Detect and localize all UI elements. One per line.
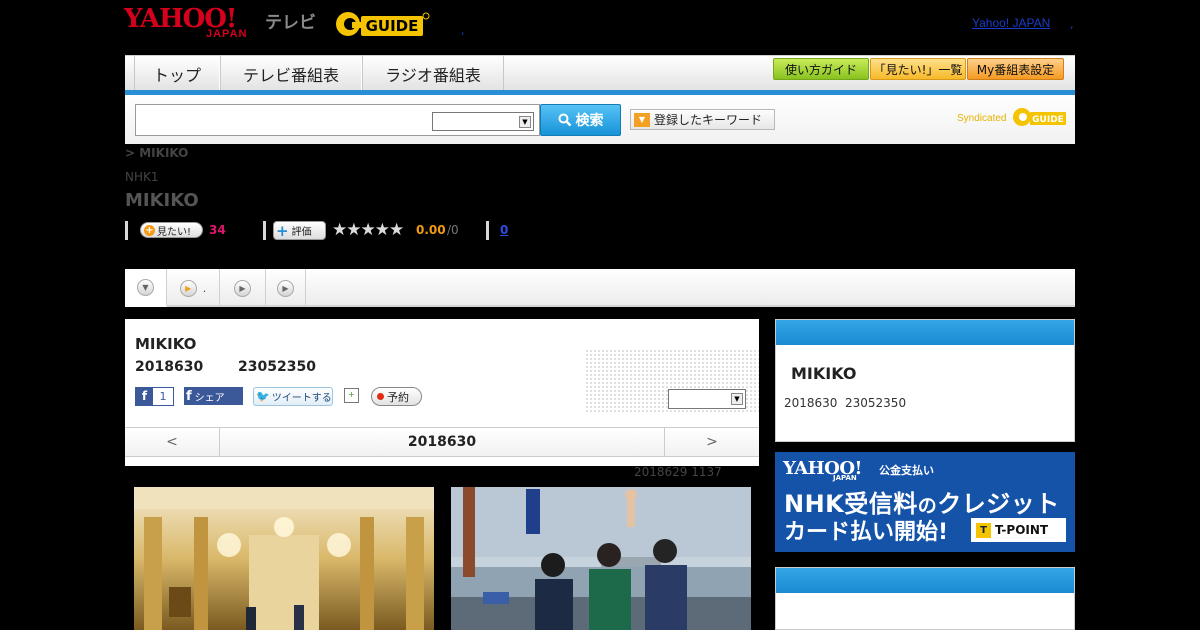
chevron-down-icon: ▼	[519, 116, 531, 128]
want-count: 34	[209, 223, 226, 237]
search-category-select[interactable]: ▼	[432, 112, 534, 131]
rate-button[interactable]: + 評価	[273, 221, 326, 240]
banner-japan-sublogo: JAPAN	[833, 474, 857, 482]
facebook-like-button[interactable]: f 1	[135, 387, 174, 406]
saved-keywords-button[interactable]: ▼ 登録したキーワード	[630, 109, 775, 130]
program-title: MIKIKO	[125, 190, 199, 211]
program-detail-panel: MIKIKO 2018630 23052350 f 1 f シェア 🐦 ツイート…	[125, 319, 759, 466]
search-button-label: 検索	[575, 113, 604, 129]
search-icon	[558, 113, 571, 127]
want-to-watch-button[interactable]: + 見たい!	[140, 222, 203, 238]
nav-tab-tv-listings[interactable]: テレビ番組表	[220, 56, 362, 91]
channel-name: NHK1	[125, 170, 159, 184]
yahoo-japan-link[interactable]: Yahoo! JAPAN	[972, 16, 1050, 30]
summary-title: MIKIKO	[791, 364, 857, 383]
syndicated-label: Syndicated	[957, 113, 1007, 124]
record-dot-icon	[377, 393, 384, 400]
chevron-down-icon: ▼	[137, 278, 154, 296]
header-separator: ,	[1070, 18, 1074, 31]
tab-2[interactable]: ▶ .	[167, 269, 220, 307]
svg-text:GUIDE: GUIDE	[366, 17, 419, 35]
search-bar: ▼ 検索 ▼ 登録したキーワード Syndicated GUIDE	[125, 95, 1075, 144]
play-icon: ▶	[277, 279, 294, 297]
previous-day-button[interactable]: <	[125, 428, 220, 457]
search-button[interactable]: 検索	[540, 104, 621, 136]
play-icon: ▶	[179, 279, 197, 297]
star-rating: ★★★★★	[332, 220, 404, 240]
facebook-like-count: 1	[159, 390, 167, 403]
detail-select[interactable]: ▼	[668, 389, 746, 409]
date-navigator: < 2018630 >	[125, 427, 759, 457]
want-label: 見たい!	[157, 226, 192, 238]
divider	[486, 221, 489, 240]
divider	[263, 221, 266, 240]
breadcrumb[interactable]: > MIKIKO	[125, 146, 188, 160]
program-photo-performers	[451, 487, 751, 630]
card-header	[776, 320, 1074, 345]
tab-1[interactable]: ▼	[125, 269, 167, 307]
add-calendar-icon[interactable]: +	[344, 388, 359, 403]
chevron-down-icon: ▼	[731, 393, 743, 405]
divider	[125, 221, 128, 240]
want-list-button[interactable]: 「見たい!」一覧	[870, 58, 966, 80]
tpoint-icon: T	[976, 522, 991, 538]
nav-tab-radio-listings[interactable]: ラジオ番組表	[362, 56, 504, 91]
header-separator: ,	[461, 24, 465, 37]
facebook-icon: f	[186, 388, 192, 404]
gguide-logo[interactable]: GUIDE	[335, 8, 430, 40]
next-day-button[interactable]: >	[664, 428, 759, 457]
rating-value: 0.00	[416, 223, 446, 237]
summary-date: 2018630	[784, 396, 838, 410]
rate-label: 評価	[291, 227, 312, 238]
summary-time: 23052350	[845, 396, 907, 410]
tpoint-label: T-POINT	[995, 523, 1049, 537]
twitter-bird-icon: 🐦	[256, 390, 270, 403]
reserve-recording-button[interactable]: 予約	[371, 387, 422, 406]
banner-headline-part3: クレジット	[937, 490, 1060, 518]
syndicated-gguide-logo: Syndicated GUIDE	[957, 104, 1069, 132]
saved-keywords-label: 登録したキーワード	[654, 113, 763, 127]
nav-tab-top[interactable]: トップ	[134, 56, 220, 91]
detail-title: MIKIKO	[135, 335, 197, 353]
plus-icon: +	[276, 221, 289, 240]
my-listings-settings-button[interactable]: My番組表設定	[967, 58, 1064, 80]
page: YAHOO! JAPAN テレビ GUIDE , Yahoo! JAPAN , …	[0, 0, 1200, 630]
plus-icon: +	[144, 224, 155, 236]
nhk-fee-credit-card-banner[interactable]: YAHOO! JAPAN 公金支払い NHK受信料のクレジット カード払い開始!…	[775, 452, 1075, 552]
tweet-button[interactable]: 🐦 ツイートする	[253, 387, 333, 406]
tab-4[interactable]: ▶	[266, 269, 306, 307]
tab-3[interactable]: ▶	[220, 269, 266, 307]
program-photo-hall	[134, 487, 434, 630]
tpoint-badge: T T-POINT	[971, 518, 1066, 542]
banner-service-name: 公金支払い	[879, 464, 934, 477]
facebook-icon: f	[136, 388, 153, 405]
tab-2-label: .	[202, 281, 207, 295]
gguide-small-logo: GUIDE	[1013, 108, 1066, 126]
current-date: 2018630	[407, 434, 477, 450]
detail-time: 23052350	[238, 359, 316, 375]
usage-guide-button[interactable]: 使い方ガイド	[773, 58, 869, 80]
main-nav: トップ テレビ番組表 ラジオ番組表 使い方ガイド 「見たい!」一覧 My番組表設…	[125, 55, 1075, 91]
detail-date: 2018630	[135, 359, 204, 375]
yahoo-japan-sublogo: JAPAN	[206, 28, 248, 40]
svg-text:GUIDE: GUIDE	[1032, 115, 1064, 125]
program-summary-card: MIKIKO 2018630 23052350	[775, 319, 1075, 442]
tv-logo-text[interactable]: テレビ	[265, 8, 316, 33]
last-updated: 2018629 1137	[634, 465, 722, 479]
banner-subline: カード払い開始!	[784, 520, 949, 545]
program-metrics: + 見たい! 34 + 評価 ★★★★★ 0.00 /0 0	[125, 220, 725, 242]
program-tabs: ▼ ▶ . ▶ ▶	[125, 269, 1075, 307]
reserve-label: 予約	[387, 390, 409, 404]
tweet-label: ツイートする	[271, 393, 332, 404]
review-count-link[interactable]: 0	[500, 223, 508, 237]
secondary-card	[775, 567, 1075, 630]
rating-count: /0	[447, 223, 459, 237]
facebook-share-button[interactable]: f シェア	[184, 387, 243, 405]
facebook-share-label: シェア	[194, 392, 225, 404]
play-icon: ▶	[234, 279, 251, 297]
card-header	[776, 568, 1074, 593]
dropdown-arrow-icon: ▼	[634, 112, 650, 127]
